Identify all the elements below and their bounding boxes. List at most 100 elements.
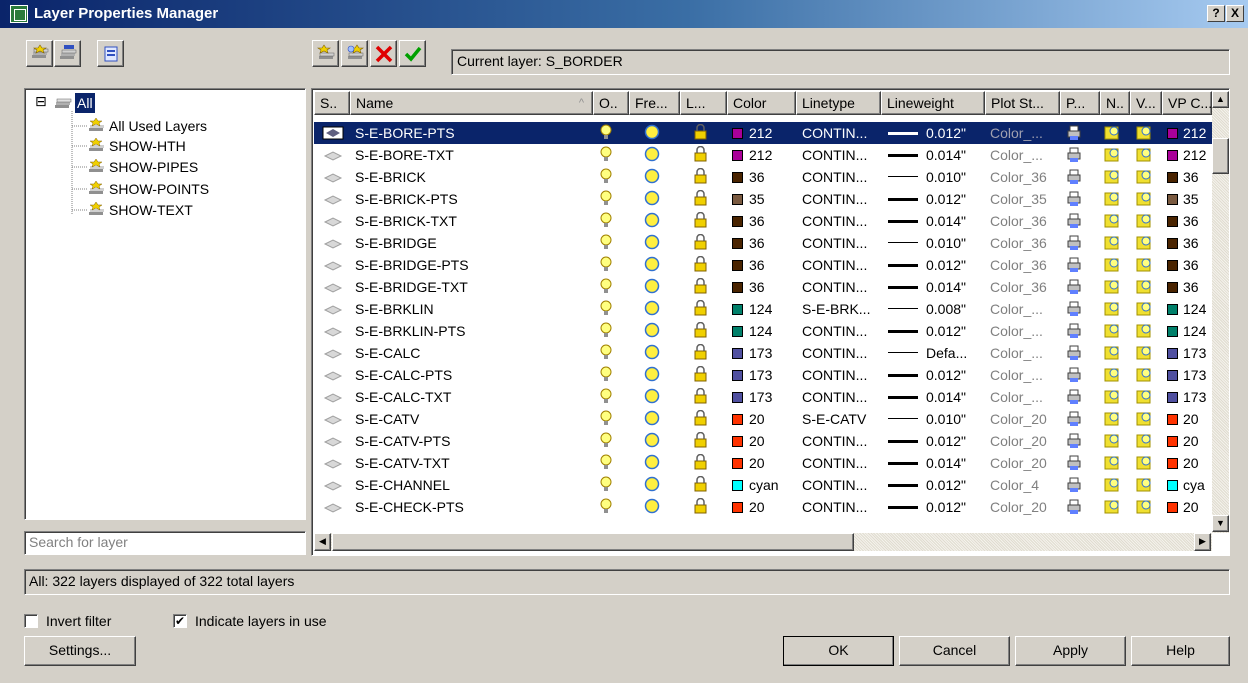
vp-freeze-icon[interactable] <box>1136 256 1152 274</box>
freeze-thaw-sun-icon[interactable] <box>644 388 661 406</box>
layer-row[interactable]: S-E-BRICK-PTS 35 CONTIN... 0.012" Color_35 35 <box>314 188 1212 210</box>
scroll-left-button[interactable]: ◀ <box>314 533 331 551</box>
column-header-freeze[interactable]: Fre... <box>629 91 680 115</box>
lock-icon[interactable] <box>693 190 709 208</box>
on-off-bulb-icon[interactable] <box>599 256 613 274</box>
on-off-bulb-icon[interactable] <box>599 168 613 186</box>
new-vp-freeze-icon[interactable] <box>1104 476 1120 494</box>
freeze-thaw-sun-icon[interactable] <box>644 344 661 362</box>
freeze-thaw-sun-icon[interactable] <box>644 454 661 472</box>
vp-color-swatch[interactable] <box>1167 282 1178 293</box>
color-swatch[interactable] <box>732 480 743 491</box>
column-header-lineweight[interactable]: Lineweight <box>881 91 985 115</box>
new-vp-freeze-icon[interactable] <box>1104 300 1120 318</box>
layer-row[interactable]: S-E-CATV-PTS 20 CONTIN... 0.012" Color_20 20 <box>314 430 1212 452</box>
on-off-bulb-icon[interactable] <box>599 124 613 142</box>
vp-color-swatch[interactable] <box>1167 348 1178 359</box>
column-header-linetype[interactable]: Linetype <box>796 91 881 115</box>
plot-printer-icon[interactable] <box>1066 168 1082 186</box>
layer-row[interactable]: S-E-BORE-TXT 212 CONTIN... 0.014" Color_... 2… <box>314 144 1212 166</box>
vp-color-swatch[interactable] <box>1167 260 1178 271</box>
tree-expander-icon[interactable]: ⊟ <box>35 93 47 110</box>
checkbox-checked-icon[interactable]: ✔ <box>173 614 187 628</box>
lock-icon[interactable] <box>693 322 709 340</box>
color-swatch[interactable] <box>732 436 743 447</box>
vp-freeze-icon[interactable] <box>1136 366 1152 384</box>
freeze-thaw-sun-icon[interactable] <box>644 124 661 142</box>
lock-icon[interactable] <box>693 454 709 472</box>
freeze-thaw-sun-icon[interactable] <box>644 322 661 340</box>
lock-icon[interactable] <box>693 168 709 186</box>
new-vp-freeze-icon[interactable] <box>1104 124 1120 142</box>
column-header-plot[interactable]: P... <box>1060 91 1100 115</box>
lock-icon[interactable] <box>693 388 709 406</box>
lock-icon[interactable] <box>693 146 709 164</box>
vp-freeze-icon[interactable] <box>1136 168 1152 186</box>
vertical-scrollbar[interactable]: ▲ ▼ <box>1212 91 1229 533</box>
layer-row[interactable]: S-E-CALC-PTS 173 CONTIN... 0.012" Color_... 1… <box>314 364 1212 386</box>
vp-freeze-icon[interactable] <box>1136 344 1152 362</box>
color-swatch[interactable] <box>732 172 743 183</box>
new-vp-freeze-icon[interactable] <box>1104 190 1120 208</box>
layer-row[interactable]: S-E-BORE-PTS 212 CONTIN... 0.012" Color_... 2… <box>314 122 1212 144</box>
vp-color-swatch[interactable] <box>1167 480 1178 491</box>
freeze-thaw-sun-icon[interactable] <box>644 498 661 516</box>
lock-icon[interactable] <box>693 498 709 516</box>
vp-color-swatch[interactable] <box>1167 436 1178 447</box>
plot-printer-icon[interactable] <box>1066 212 1082 230</box>
plot-printer-icon[interactable] <box>1066 256 1082 274</box>
freeze-thaw-sun-icon[interactable] <box>644 366 661 384</box>
freeze-thaw-sun-icon[interactable] <box>644 256 661 274</box>
new-group-filter-button[interactable] <box>54 40 81 67</box>
plot-printer-icon[interactable] <box>1066 410 1082 428</box>
plot-printer-icon[interactable] <box>1066 322 1082 340</box>
on-off-bulb-icon[interactable] <box>599 410 613 428</box>
scroll-up-button[interactable]: ▲ <box>1212 91 1229 108</box>
column-header-status[interactable]: S.. <box>314 91 350 115</box>
new-vp-freeze-icon[interactable] <box>1104 146 1120 164</box>
plot-printer-icon[interactable] <box>1066 300 1082 318</box>
layer-row[interactable]: S-E-CATV-TXT 20 CONTIN... 0.014" Color_20 20 <box>314 452 1212 474</box>
plot-printer-icon[interactable] <box>1066 234 1082 252</box>
new-vp-freeze-icon[interactable] <box>1104 256 1120 274</box>
color-swatch[interactable] <box>732 238 743 249</box>
new-vp-freeze-icon[interactable] <box>1104 234 1120 252</box>
vp-color-swatch[interactable] <box>1167 370 1178 381</box>
lock-icon[interactable] <box>693 366 709 384</box>
lock-icon[interactable] <box>693 212 709 230</box>
freeze-thaw-sun-icon[interactable] <box>644 212 661 230</box>
color-swatch[interactable] <box>732 348 743 359</box>
scroll-right-button[interactable]: ▶ <box>1194 533 1211 551</box>
new-vp-freeze-icon[interactable] <box>1104 366 1120 384</box>
vp-color-swatch[interactable] <box>1167 458 1178 469</box>
help-title-button[interactable]: ? <box>1207 5 1225 22</box>
layer-row[interactable]: S-E-BRIDGE-PTS 36 CONTIN... 0.012" Color_36 3… <box>314 254 1212 276</box>
freeze-thaw-sun-icon[interactable] <box>644 190 661 208</box>
plot-printer-icon[interactable] <box>1066 278 1082 296</box>
on-off-bulb-icon[interactable] <box>599 300 613 318</box>
vp-color-swatch[interactable] <box>1167 128 1178 139</box>
color-swatch[interactable] <box>732 216 743 227</box>
on-off-bulb-icon[interactable] <box>599 322 613 340</box>
color-swatch[interactable] <box>732 194 743 205</box>
vp-color-swatch[interactable] <box>1167 304 1178 315</box>
lock-icon[interactable] <box>693 256 709 274</box>
vp-freeze-icon[interactable] <box>1136 322 1152 340</box>
color-swatch[interactable] <box>732 282 743 293</box>
vp-color-swatch[interactable] <box>1167 502 1178 513</box>
vp-freeze-icon[interactable] <box>1136 278 1152 296</box>
plot-printer-icon[interactable] <box>1066 498 1082 516</box>
new-vp-frozen-layer-button[interactable] <box>341 40 368 67</box>
column-header-on[interactable]: O.. <box>593 91 629 115</box>
new-vp-freeze-icon[interactable] <box>1104 410 1120 428</box>
vp-freeze-icon[interactable] <box>1136 454 1152 472</box>
plot-printer-icon[interactable] <box>1066 432 1082 450</box>
color-swatch[interactable] <box>732 458 743 469</box>
vp-color-swatch[interactable] <box>1167 238 1178 249</box>
column-header-color[interactable]: Color <box>727 91 796 115</box>
vp-freeze-icon[interactable] <box>1136 146 1152 164</box>
plot-printer-icon[interactable] <box>1066 366 1082 384</box>
plot-printer-icon[interactable] <box>1066 344 1082 362</box>
color-swatch[interactable] <box>732 128 743 139</box>
lock-icon[interactable] <box>693 432 709 450</box>
